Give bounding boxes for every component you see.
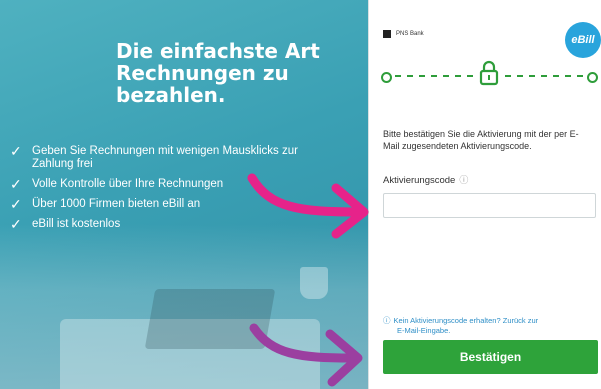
benefit-text: eBill ist kostenlos [32, 218, 121, 230]
progress-dash [395, 75, 475, 77]
check-icon: ✓ [10, 176, 22, 192]
screen: Die einfachste Art Rechnungen zu bezahle… [0, 0, 601, 389]
code-label-text: Aktivierungscode [383, 175, 456, 186]
benefit-text: Über 1000 Firmen bieten eBill an [32, 198, 201, 210]
progress-step-dot [587, 72, 598, 83]
ebill-logo: eBill [565, 22, 601, 58]
info-icon: ⓘ [383, 316, 391, 325]
activation-code-input[interactable] [383, 193, 596, 218]
help-link-line2[interactable]: E-Mail-Eingabe. [383, 326, 583, 336]
arrow-icon [249, 323, 363, 387]
progress-dash [505, 75, 583, 77]
photo-cup [300, 267, 328, 299]
check-icon: ✓ [10, 143, 22, 159]
confirm-button[interactable]: Bestätigen [383, 340, 598, 374]
resend-help-link[interactable]: ⓘ Kein Aktivierungscode erhalten? Zurück … [383, 316, 583, 336]
arrow-icon [247, 173, 369, 239]
progress-step-dot [381, 72, 392, 83]
bank-name: PNS Bank [396, 31, 424, 37]
code-label: Aktivierungscode ⓘ [383, 173, 468, 186]
help-link-line1[interactable]: Kein Aktivierungscode erhalten? Zurück z… [394, 316, 539, 325]
instruction-text: Bitte bestätigen Sie die Aktivierung mit… [383, 129, 579, 151]
activation-form-panel: PNS Bank eBill Bitte bestätigen Sie die … [368, 0, 601, 389]
bank-logo: PNS Bank [383, 30, 424, 38]
check-icon: ✓ [10, 216, 22, 232]
lock-icon [479, 60, 499, 86]
info-icon[interactable]: ⓘ [459, 175, 468, 185]
benefit-text: Geben Sie Rechnungen mit wenigen Mauskli… [32, 145, 298, 170]
benefit-text: Volle Kontrolle über Ihre Rechnungen [32, 178, 224, 190]
promo-heading: Die einfachste Art Rechnungen zu bezahle… [116, 39, 320, 107]
bank-mark-icon [383, 30, 391, 38]
progress-indicator [381, 60, 601, 86]
check-icon: ✓ [10, 196, 22, 212]
